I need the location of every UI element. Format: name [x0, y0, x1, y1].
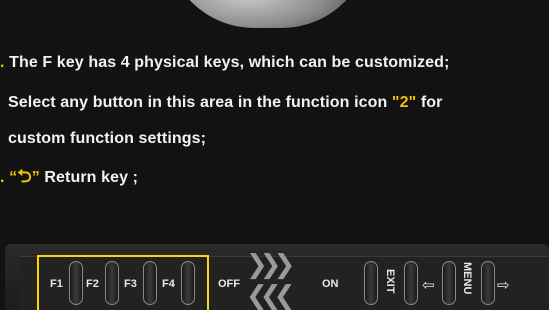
- instruction-line-3: custom function settings;: [8, 130, 206, 148]
- switch-chevrons-icon: ❯❯❯ ❮❮❮: [246, 249, 295, 310]
- on-label: ON: [322, 278, 339, 290]
- instruction-text-4: Return key ;: [44, 169, 139, 186]
- function-icon-2-highlight: "2": [391, 94, 417, 111]
- f2-label: F2: [86, 278, 99, 290]
- menu-label: MENU: [461, 262, 473, 295]
- instruction-line-2: Select any button in this area in the fu…: [8, 94, 442, 112]
- bullet-dot: .: [0, 169, 5, 186]
- instruction-text-1: The F key has 4 physical keys, which can…: [9, 54, 450, 71]
- instruction-text-2a: Select any button in this area in the fu…: [8, 94, 392, 111]
- f4-key[interactable]: [181, 261, 195, 305]
- f1-label: F1: [50, 278, 63, 290]
- instruction-text-3: custom function settings;: [8, 130, 207, 147]
- bullet-dot: .: [0, 54, 5, 71]
- close-quote: ”: [31, 169, 40, 186]
- f4-label: F4: [162, 278, 175, 290]
- open-quote: “: [9, 169, 18, 186]
- f1-key[interactable]: [69, 261, 83, 305]
- instruction-line-1: . The F key has 4 physical keys, which c…: [0, 54, 449, 72]
- left-arrow-icon: ⇦: [422, 277, 435, 294]
- right-arrow-key[interactable]: [481, 261, 495, 305]
- exit-key[interactable]: [364, 261, 378, 305]
- power-switch[interactable]: ❯❯❯ ❮❮❮: [246, 249, 316, 310]
- instruction-text-2b: for: [416, 94, 443, 111]
- instruction-line-4: . “⮌” Return key ;: [0, 164, 138, 194]
- exit-label: EXIT: [384, 269, 396, 294]
- f2-key[interactable]: [105, 261, 119, 305]
- left-arrow-key[interactable]: [404, 261, 418, 305]
- f3-key[interactable]: [143, 261, 157, 305]
- off-label: OFF: [218, 278, 240, 290]
- return-icon: ⮌: [17, 166, 32, 186]
- f3-label: F3: [124, 278, 137, 290]
- camera-lens-top: [166, 0, 370, 28]
- menu-key[interactable]: [442, 261, 456, 305]
- right-arrow-icon: ⇨: [497, 277, 510, 294]
